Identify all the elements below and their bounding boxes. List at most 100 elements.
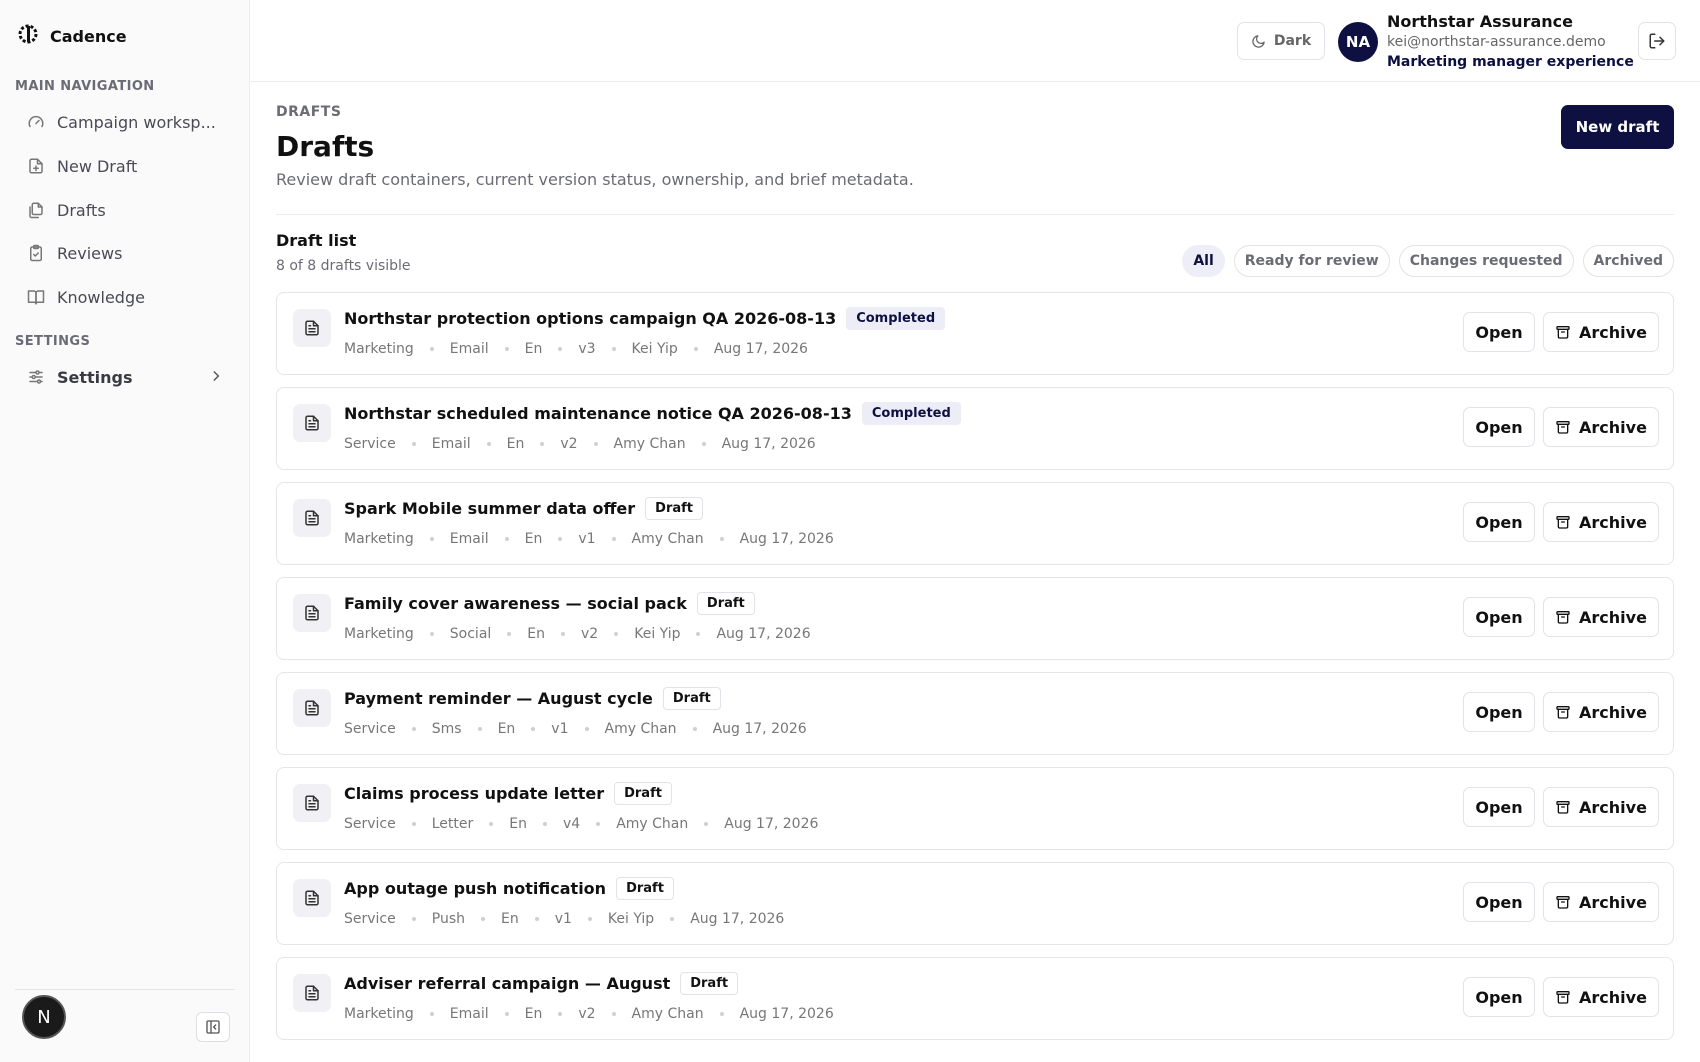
draft-title[interactable]: Spark Mobile summer data offer: [344, 499, 635, 518]
draft-lang: En: [524, 1006, 543, 1022]
panel-collapse-icon: [206, 1020, 220, 1034]
draft-title-line: Payment reminder — August cycle Draft: [344, 687, 721, 710]
page-title: Drafts: [276, 130, 375, 163]
draft-meta: Marketing Social En v2 Kei Yip Aug 17, 2026: [344, 626, 811, 642]
draft-row[interactable]: Adviser referral campaign — August Draft M…: [276, 957, 1674, 1040]
archive-button[interactable]: Archive: [1543, 882, 1659, 922]
draft-version: v2: [578, 1006, 596, 1022]
sidebar-item-label: New Draft: [57, 156, 138, 176]
sidebar-item-drafts[interactable]: Drafts: [15, 192, 235, 228]
status-badge: Draft: [662, 687, 721, 710]
archive-icon: [1555, 704, 1571, 720]
archive-icon: [1555, 989, 1571, 1005]
draft-row[interactable]: Northstar scheduled maintenance notice Q…: [276, 387, 1674, 470]
sidebar-item-reviews[interactable]: Reviews: [15, 235, 235, 271]
draft-title[interactable]: App outage push notification: [344, 879, 606, 898]
separator-dot: [611, 347, 616, 351]
sidebar-item-label: Knowledge: [57, 287, 145, 307]
user-email: kei@northstar-assurance.demo: [1387, 34, 1606, 50]
theme-toggle-button[interactable]: Dark: [1237, 22, 1325, 60]
draft-title[interactable]: Payment reminder — August cycle: [344, 689, 653, 708]
separator-dot: [481, 917, 485, 921]
book-open-icon: [27, 290, 45, 305]
new-draft-button[interactable]: New draft: [1561, 105, 1674, 149]
divider: [276, 214, 1674, 215]
draft-channel: Push: [431, 911, 465, 927]
open-button[interactable]: Open: [1463, 787, 1535, 827]
archive-button[interactable]: Archive: [1543, 977, 1659, 1017]
collapse-sidebar-button[interactable]: [196, 1012, 230, 1042]
archive-icon: [1555, 799, 1571, 815]
archive-button[interactable]: Archive: [1543, 502, 1659, 542]
settings-heading: SETTINGS: [15, 334, 91, 349]
separator-dot: [593, 442, 598, 446]
theme-toggle-label: Dark: [1273, 33, 1312, 49]
separator-dot: [429, 347, 434, 351]
draft-row[interactable]: App outage push notification Draft Service…: [276, 862, 1674, 945]
draft-version: v2: [581, 626, 599, 642]
sidebar-item-campaign-workspace[interactable]: Campaign worksp...: [15, 104, 235, 140]
draft-meta: Marketing Email En v1 Amy Chan Aug 17, 2026: [344, 531, 834, 547]
open-button[interactable]: Open: [1463, 692, 1535, 732]
brand[interactable]: Cadence: [18, 24, 127, 48]
draft-lang: En: [524, 531, 543, 547]
draft-title[interactable]: Family cover awareness — social pack: [344, 594, 687, 613]
open-button[interactable]: Open: [1463, 977, 1535, 1017]
draft-row[interactable]: Payment reminder — August cycle Draft Serv…: [276, 672, 1674, 755]
open-button[interactable]: Open: [1463, 312, 1535, 352]
draft-title[interactable]: Northstar scheduled maintenance notice Q…: [344, 404, 852, 423]
draft-title[interactable]: Adviser referral campaign — August: [344, 974, 670, 993]
archive-button[interactable]: Archive: [1543, 787, 1659, 827]
top-bar: Dark NA Northstar Assurance kei@northsta…: [251, 0, 1700, 82]
draft-list: Northstar protection options campaign QA…: [276, 292, 1674, 1052]
draft-version: v3: [578, 341, 596, 357]
draft-title-line: Northstar scheduled maintenance notice Q…: [344, 402, 961, 425]
separator-dot: [596, 822, 601, 826]
draft-lang: En: [527, 626, 546, 642]
draft-meta: Service Push En v1 Kei Yip Aug 17, 2026: [344, 911, 784, 927]
draft-lang: En: [497, 721, 516, 737]
draft-title-line: Northstar protection options campaign QA…: [344, 307, 946, 330]
separator-dot: [614, 632, 619, 636]
archive-button[interactable]: Archive: [1543, 312, 1659, 352]
filter-all[interactable]: All: [1182, 245, 1225, 277]
draft-title[interactable]: Claims process update letter: [344, 784, 604, 803]
draft-team: Marketing: [344, 1006, 414, 1022]
logout-button[interactable]: [1638, 22, 1676, 60]
separator-dot: [534, 917, 539, 921]
draft-row[interactable]: Northstar protection options campaign QA…: [276, 292, 1674, 375]
archive-icon: [1555, 324, 1571, 340]
open-button[interactable]: Open: [1463, 597, 1535, 637]
draft-row[interactable]: Family cover awareness — social pack Draf…: [276, 577, 1674, 660]
archive-label: Archive: [1579, 702, 1647, 722]
separator-dot: [531, 727, 536, 731]
draft-title[interactable]: Northstar protection options campaign QA…: [344, 309, 836, 328]
files-icon: [29, 202, 43, 219]
open-button[interactable]: Open: [1463, 882, 1535, 922]
archive-icon: [1555, 609, 1571, 625]
filter-archived[interactable]: Archived: [1582, 245, 1674, 277]
separator-dot: [693, 347, 698, 351]
archive-button[interactable]: Archive: [1543, 407, 1659, 447]
sidebar-item-knowledge[interactable]: Knowledge: [15, 279, 235, 315]
sidebar-item-new-draft[interactable]: New Draft: [15, 148, 235, 184]
draft-owner: Kei Yip: [634, 626, 681, 642]
user-badge[interactable]: N: [22, 995, 66, 1039]
open-button[interactable]: Open: [1463, 502, 1535, 542]
sidebar-item-settings[interactable]: Settings: [15, 359, 235, 395]
document-icon: [293, 594, 331, 632]
draft-row[interactable]: Spark Mobile summer data offer Draft Marke…: [276, 482, 1674, 565]
status-badge: Completed: [861, 402, 961, 425]
avatar[interactable]: NA: [1338, 22, 1378, 62]
archive-button[interactable]: Archive: [1543, 692, 1659, 732]
org-name: Northstar Assurance: [1387, 12, 1573, 31]
draft-owner: Amy Chan: [613, 436, 686, 452]
draft-row[interactable]: Claims process update letter Draft Service…: [276, 767, 1674, 850]
archive-button[interactable]: Archive: [1543, 597, 1659, 637]
draft-date: Aug 17, 2026: [724, 816, 819, 832]
filter-changes-requested[interactable]: Changes requested: [1398, 245, 1574, 277]
filter-ready-for-review[interactable]: Ready for review: [1233, 245, 1390, 277]
draft-owner: Amy Chan: [631, 1006, 704, 1022]
open-button[interactable]: Open: [1463, 407, 1535, 447]
document-icon: [293, 879, 331, 917]
